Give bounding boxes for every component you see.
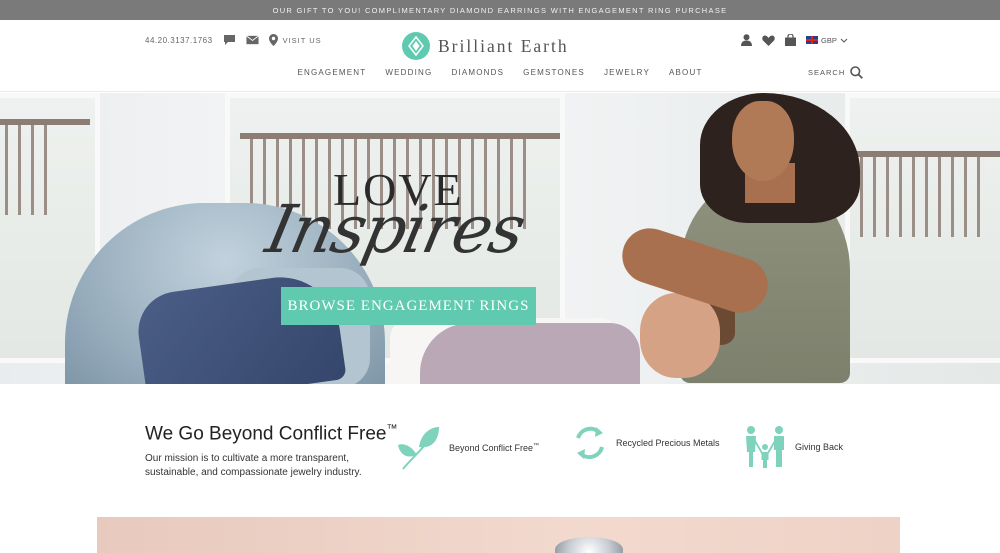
family-icon [746,426,784,468]
promo-text: OUR GIFT TO YOU! COMPLIMENTARY DIAMOND E… [272,5,728,15]
feature-trademark: ™ [533,443,540,449]
utility-left: 44.20.3137.1763 VISIT US [145,34,322,46]
promo-banner[interactable]: OUR GIFT TO YOU! COMPLIMENTARY DIAMOND E… [0,0,1000,20]
balcony-bars-left [5,125,47,215]
location-pin-icon [268,34,278,46]
man-shirt [420,323,640,384]
mission-body: Our mission is to cultivate a more trans… [145,453,362,478]
uk-flag-icon [806,36,818,44]
hero-banner: LOVE Inspires BROWSE ENGAGEMENT RINGS [0,93,1000,384]
phone-number[interactable]: 44.20.3137.1763 [145,36,213,45]
nav-about[interactable]: ABOUT [659,68,712,77]
nav-wedding[interactable]: WEDDING [376,68,442,77]
search-label: SEARCH [808,68,846,77]
visit-us-link[interactable]: VISIT US [268,34,322,46]
wishlist-heart-icon[interactable] [762,34,775,46]
nav-gemstones[interactable]: GEMSTONES [514,68,595,77]
nav-engagement[interactable]: ENGAGEMENT [288,68,376,77]
feature-beyond-conflict-free[interactable]: Beyond Conflict Free™ [397,425,539,471]
email-icon[interactable] [245,34,259,46]
search-button[interactable]: SEARCH [808,66,864,79]
balcony-bars-right [860,157,980,237]
ring-feature-banner[interactable] [97,517,900,553]
logo-text: Brilliant Earth [438,35,569,56]
hero-headline-inspires: Inspires [259,191,531,268]
feature-label: Beyond Conflict Free™ [449,443,539,453]
logo-mark-icon [402,32,430,60]
leaf-icon [398,427,439,470]
currency-label: GBP [821,35,837,45]
mission-title: We Go Beyond Conflict Free™ [145,423,397,445]
site-header: 44.20.3137.1763 VISIT US Brilliant Earth [0,20,1000,92]
brand-logo[interactable]: Brilliant Earth [402,32,569,60]
account-icon[interactable] [740,34,753,46]
shopping-bag-icon[interactable] [784,34,797,46]
trademark-mark: ™ [386,423,398,435]
nav-diamonds[interactable]: DIAMONDS [442,68,514,77]
woman-face [732,101,794,181]
recycle-icon [576,426,604,460]
nav-jewelry[interactable]: JEWELRY [594,68,659,77]
utility-right: GBP [740,34,848,46]
feature-label: Recycled Precious Metals [616,438,720,448]
currency-selector[interactable]: GBP [806,36,848,45]
visit-us-label: VISIT US [282,35,322,45]
mission-title-text: We Go Beyond Conflict Free [145,423,387,445]
man-head [640,293,720,378]
search-icon [850,66,864,79]
chevron-down-icon [840,38,848,43]
chat-icon[interactable] [223,34,236,46]
feature-recycled-precious-metals[interactable]: Recycled Precious Metals [572,425,720,461]
feature-label: Giving Back [795,442,844,452]
browse-engagement-rings-button[interactable]: BROWSE ENGAGEMENT RINGS [281,287,536,325]
feature-label-text: Beyond Conflict Free [449,443,534,453]
feature-giving-back[interactable]: Giving Back [743,425,843,469]
